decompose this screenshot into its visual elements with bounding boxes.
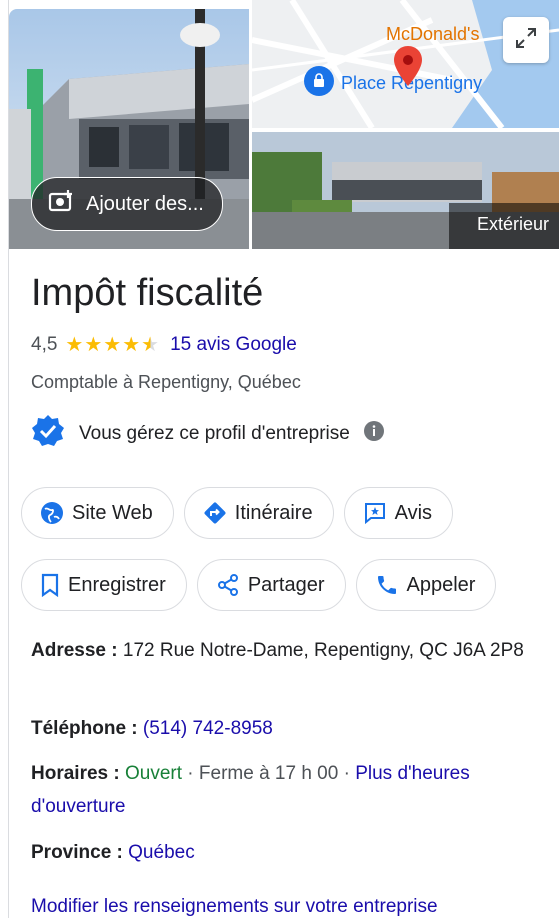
directions-icon [203, 501, 227, 525]
share-button[interactable]: Partager [196, 559, 346, 611]
save-label: Enregistrer [68, 573, 166, 596]
star-rating: ★★★★★ [65, 332, 160, 357]
full-stars: ★★★★ [65, 334, 142, 356]
hours-separator-1: · [187, 763, 194, 784]
manage-profile-row: Vous gérez ce profil d'entreprise [31, 414, 384, 454]
save-button[interactable]: Enregistrer [21, 559, 187, 611]
hours-label: Horaires : [31, 763, 120, 784]
rating-row: 4,5 ★★★★★ 15 avis Google [31, 332, 297, 357]
address-value[interactable]: 172 Rue Notre-Dame, Repentigny, QC J6A 2… [123, 640, 524, 661]
add-photo-icon [48, 189, 74, 219]
reviews-link[interactable]: 15 avis Google [170, 334, 297, 356]
province-label: Province : [31, 842, 123, 863]
add-photos-label: Ajouter des... [86, 192, 204, 215]
add-photos-button[interactable]: Ajouter des... [31, 177, 223, 231]
shopping-icon [304, 66, 334, 96]
exterior-photo[interactable]: Extérieur [252, 132, 559, 249]
phone-row: Téléphone : (514) 742-8958 [31, 712, 541, 745]
expand-map-button[interactable] [503, 17, 549, 63]
rating-value: 4,5 [31, 333, 58, 355]
storefront-photo[interactable]: Ajouter des... [9, 9, 249, 249]
review-icon [363, 501, 387, 525]
business-category: Comptable à Repentigny, Québec [31, 372, 301, 392]
phone-icon [375, 573, 399, 597]
manage-profile-text[interactable]: Vous gérez ce profil d'entreprise [79, 423, 350, 445]
call-button[interactable]: Appeler [355, 559, 497, 611]
directions-button[interactable]: Itinéraire [183, 487, 334, 539]
action-row-1: Site Web Itinéraire Avis [21, 487, 454, 539]
hours-separator-2: · [343, 763, 350, 784]
phone-label: Téléphone : [31, 718, 138, 739]
hours-status: Ouvert [124, 763, 183, 784]
address-label: Adresse : [31, 640, 118, 661]
phone-link[interactable]: (514) 742-8958 [143, 718, 273, 739]
edit-business-link[interactable]: Modifier les renseignements sur votre en… [31, 896, 438, 918]
hours-closing-time: Ferme à 17 h 00 [198, 763, 339, 784]
call-label: Appeler [406, 573, 476, 596]
website-label: Site Web [72, 501, 153, 524]
location-pin-icon [394, 46, 422, 91]
action-row-2: Enregistrer Partager Appeler [21, 559, 497, 611]
verified-badge-icon [31, 414, 65, 454]
hours-row: Horaires : Ouvert · Ferme à 17 h 00 · Pl… [31, 757, 541, 823]
globe-icon [40, 501, 64, 525]
map-thumbnail[interactable]: McDonald's Place Repentigny [252, 0, 559, 128]
province-row: Province : Québec [31, 836, 541, 869]
business-name: Impôt fiscalité [31, 272, 264, 314]
half-star-icon: ★ [141, 334, 161, 356]
reviews-button[interactable]: Avis [343, 487, 454, 539]
expand-icon [514, 26, 538, 55]
reviews-label: Avis [394, 501, 433, 524]
address-row: Adresse : 172 Rue Notre-Dame, Repentigny… [31, 634, 541, 667]
bookmark-icon [40, 573, 60, 597]
info-icon[interactable] [363, 421, 384, 447]
directions-label: Itinéraire [234, 501, 313, 524]
share-label: Partager [247, 573, 325, 596]
website-button[interactable]: Site Web [21, 487, 174, 539]
province-link[interactable]: Québec [128, 842, 195, 863]
map-label-mcdonalds: McDonald's [386, 24, 480, 44]
share-icon [216, 573, 240, 597]
exterior-label: Extérieur [476, 214, 549, 234]
